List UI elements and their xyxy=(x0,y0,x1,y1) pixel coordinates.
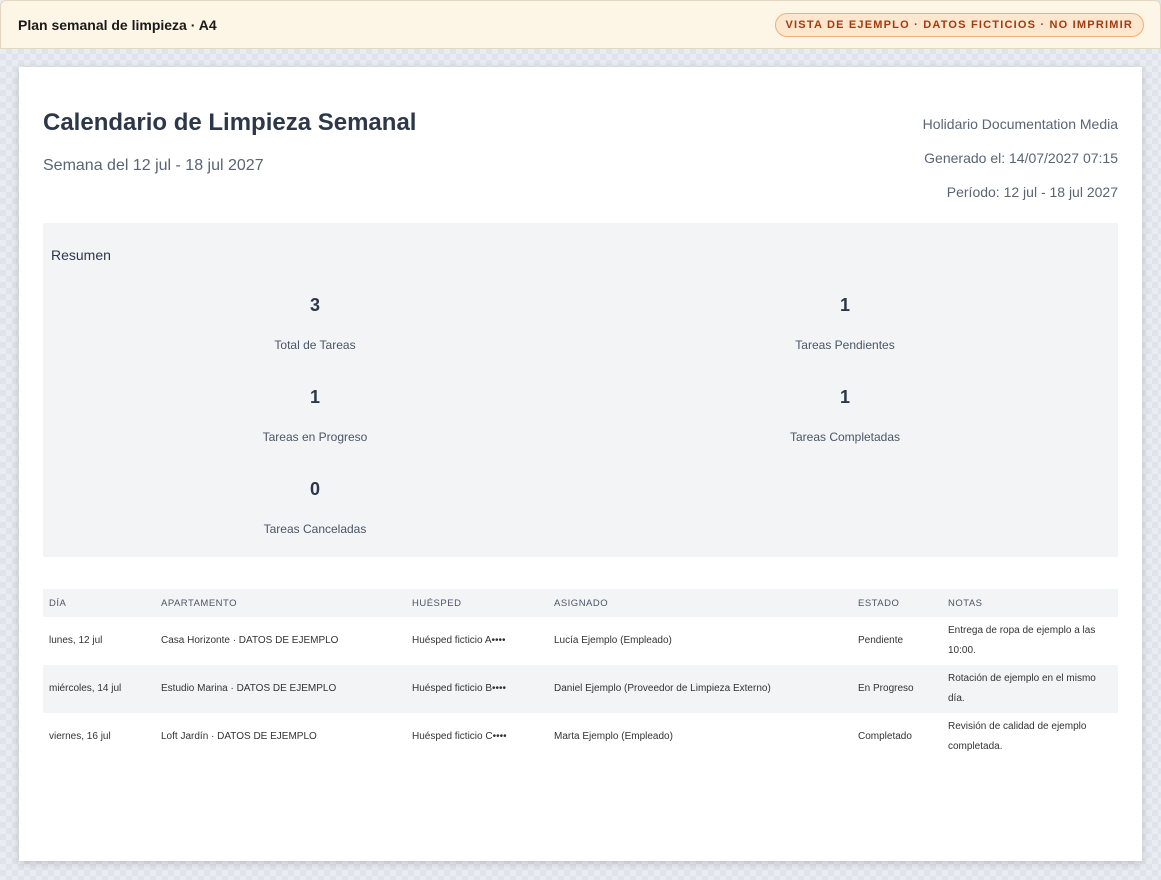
cell-status: En Progreso xyxy=(852,665,942,713)
report-subtitle: Semana del 12 jul - 18 jul 2027 xyxy=(43,157,264,174)
stat-cancelled-tasks: 0 Tareas Canceladas xyxy=(165,479,465,536)
cell-apartment: Estudio Marina · DATOS DE EJEMPLO xyxy=(155,665,406,713)
cell-notes: Revisión de calidad de ejemplo completad… xyxy=(948,721,1087,752)
summary-title: Resumen xyxy=(51,247,111,263)
cell-notes: Entrega de ropa de ejemplo a las 10:00. xyxy=(948,625,1096,656)
company-name: Holidario Documentation Media xyxy=(922,116,1118,132)
cell-assigned: Marta Ejemplo (Empleado) xyxy=(554,731,673,742)
stat-value: 0 xyxy=(309,479,320,499)
column-header-day: DÍA xyxy=(43,589,155,617)
column-header-status: ESTADO xyxy=(852,589,942,617)
column-header-notes: NOTAS xyxy=(942,589,1118,617)
generated-date: Generado el: 14/07/2027 07:15 xyxy=(924,150,1118,166)
stat-in-progress-tasks: 1 Tareas en Progreso xyxy=(165,387,465,444)
stat-label: Tareas en Progreso xyxy=(262,430,368,444)
report-meta: Holidario Documentation Media Generado e… xyxy=(923,107,1118,209)
stat-value: 1 xyxy=(839,295,850,315)
cell-guest: Huésped ficticio A•••• xyxy=(412,635,506,646)
cell-assigned: Daniel Ejemplo (Proveedor de Limpieza Ex… xyxy=(548,665,852,713)
table-row: miércoles, 14 jul Estudio Marina · DATOS… xyxy=(43,665,1118,713)
stat-value: 1 xyxy=(309,387,320,407)
cell-day: viernes, 16 jul xyxy=(49,731,111,742)
document-title: Plan semanal de limpieza · A4 xyxy=(18,16,217,33)
cell-guest: Huésped ficticio C•••• xyxy=(412,731,507,742)
cell-assigned: Lucía Ejemplo (Empleado) xyxy=(554,635,672,646)
stat-value: 1 xyxy=(839,387,850,407)
stat-label: Tareas Completadas xyxy=(789,430,901,444)
table-row: lunes, 12 jul Casa Horizonte · DATOS DE … xyxy=(43,617,1118,665)
cell-guest: Huésped ficticio B•••• xyxy=(406,665,548,713)
stat-label: Total de Tareas xyxy=(274,338,356,352)
a4-sheet: Calendario de Limpieza Semanal Semana de… xyxy=(19,67,1142,861)
cell-notes: Rotación de ejemplo en el mismo día. xyxy=(942,665,1118,713)
report-title: Calendario de Limpieza Semanal xyxy=(43,109,417,136)
table-header-row: DÍA APARTAMENTO HUÉSPED ASIGNADO ESTADO … xyxy=(43,589,1118,617)
cell-apartment: Loft Jardín · DATOS DE EJEMPLO xyxy=(161,731,317,742)
cell-day: lunes, 12 jul xyxy=(49,635,103,646)
report-period: Período: 12 jul - 18 jul 2027 xyxy=(946,184,1118,200)
stat-label: Tareas Pendientes xyxy=(795,338,895,352)
cell-apartment: Casa Horizonte · DATOS DE EJEMPLO xyxy=(161,635,339,646)
stat-pending-tasks: 1 Tareas Pendientes xyxy=(695,295,995,352)
column-header-guest: HUÉSPED xyxy=(406,589,548,617)
stat-value: 3 xyxy=(309,295,320,315)
column-header-apartment: APARTAMENTO xyxy=(155,589,406,617)
column-header-assigned: ASIGNADO xyxy=(548,589,852,617)
summary-panel: Resumen 3 Total de Tareas 1 Tareas Pendi… xyxy=(43,223,1118,557)
cell-status: Completado xyxy=(858,731,912,742)
stat-completed-tasks: 1 Tareas Completadas xyxy=(695,387,995,444)
stat-total-tasks: 3 Total de Tareas xyxy=(165,295,465,352)
cell-status: Pendiente xyxy=(858,635,904,646)
cell-day: miércoles, 14 jul xyxy=(43,665,155,713)
stat-label: Tareas Canceladas xyxy=(263,522,367,536)
cleaning-tasks-table: DÍA APARTAMENTO HUÉSPED ASIGNADO ESTADO … xyxy=(43,589,1118,761)
table-row: viernes, 16 jul Loft Jardín · DATOS DE E… xyxy=(43,713,1118,761)
preview-header: Plan semanal de limpieza · A4 VISTA DE E… xyxy=(0,0,1161,49)
sample-data-badge: VISTA DE EJEMPLO · DATOS FICTICIOS · NO … xyxy=(774,12,1144,37)
